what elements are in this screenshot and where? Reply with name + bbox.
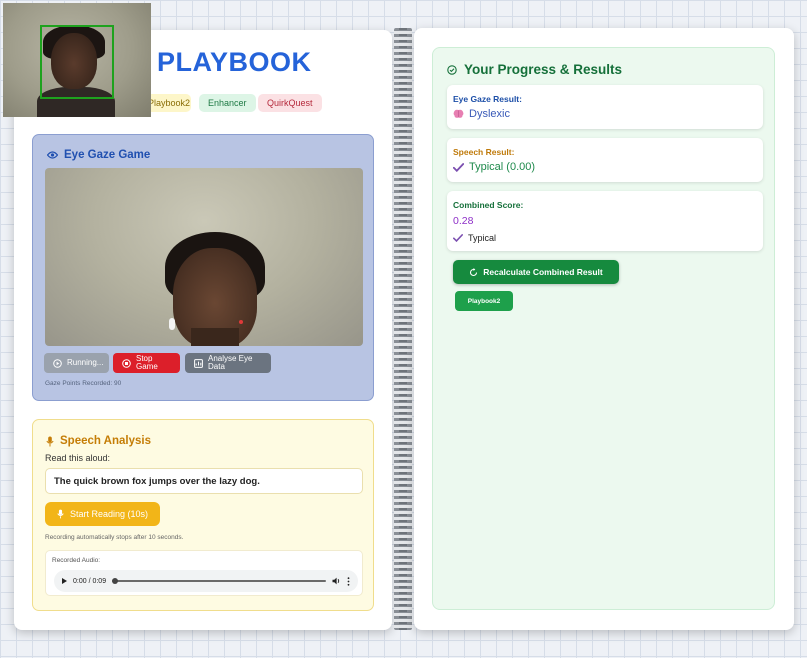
nav-pill-enhancer[interactable]: Enhancer — [199, 94, 256, 112]
refresh-icon — [469, 267, 478, 277]
audio-time: 0:00 / 0:09 — [73, 577, 107, 585]
eye-gaze-result-value: Dyslexic — [453, 108, 510, 120]
stop-circle-icon — [122, 358, 131, 368]
audio-player: 0:00 / 0:09 — [54, 570, 358, 592]
gaze-point-marker — [239, 320, 243, 324]
gaze-points-count: Gaze Points Recorded: 90 — [45, 380, 122, 387]
more-options-icon[interactable] — [347, 576, 350, 586]
eye-gaze-card: Eye Gaze Game Running... Stop Game Analy… — [32, 134, 374, 401]
speech-result-label: Speech Result: — [453, 147, 515, 157]
combined-score-card: Combined Score: 0.28 Typical — [447, 191, 763, 251]
eye-gaze-result-label: Eye Gaze Result: — [453, 94, 522, 104]
recalculate-button[interactable]: Recalculate Combined Result — [453, 260, 619, 284]
checkmark-icon — [453, 234, 463, 242]
camera-video — [45, 168, 363, 346]
video-person-neck — [191, 328, 239, 346]
playbook2-button[interactable]: Playbook2 — [455, 291, 513, 311]
stop-game-label: Stop Game — [136, 354, 158, 371]
microphone-icon — [46, 436, 54, 447]
stop-game-button[interactable]: Stop Game — [113, 353, 180, 373]
results-heading: Your Progress & Results — [447, 62, 622, 77]
speech-title: Speech Analysis — [60, 435, 151, 447]
read-instruction: Read this aloud: — [45, 453, 111, 463]
recorded-audio-card: Recorded Audio: 0:00 / 0:09 — [45, 550, 363, 596]
combined-classification-text: Typical — [468, 233, 497, 243]
volume-icon[interactable] — [332, 577, 341, 585]
combined-score-value: 0.28 — [453, 215, 474, 227]
combined-score-label: Combined Score: — [453, 200, 524, 210]
recalculate-label: Recalculate Combined Result — [483, 267, 603, 277]
webcam-preview — [3, 3, 151, 117]
running-label: Running... — [67, 358, 104, 367]
video-earbud — [169, 318, 175, 330]
chart-icon — [194, 358, 203, 368]
recorded-audio-label: Recorded Audio: — [52, 557, 101, 564]
analyse-eye-data-label: Analyse Eye Data — [208, 354, 253, 371]
page-title: PLAYBOOK — [157, 47, 312, 77]
eye-icon — [47, 151, 58, 159]
check-circle-icon — [447, 64, 457, 75]
results-panel: Your Progress & Results Eye Gaze Result:… — [432, 47, 775, 610]
speech-heading: Speech Analysis — [46, 435, 151, 447]
speech-analysis-card: Speech Analysis Read this aloud: The qui… — [32, 419, 374, 611]
speech-result-card: Speech Result: Typical (0.00) — [447, 138, 763, 182]
brain-icon — [453, 109, 464, 119]
speech-result-text: Typical (0.00) — [469, 161, 536, 173]
play-icon[interactable] — [62, 578, 67, 584]
nav-pill-quirkquest[interactable]: QuirkQuest — [258, 94, 322, 112]
speech-result-value: Typical (0.00) — [453, 161, 535, 173]
auto-stop-note: Recording automatically stops after 10 s… — [45, 534, 184, 541]
combined-classification: Typical — [453, 233, 496, 243]
face-detection-box — [40, 25, 114, 99]
microphone-icon — [57, 509, 64, 519]
reading-sentence: The quick brown fox jumps over the lazy … — [45, 468, 363, 494]
eye-gaze-result-text: Dyslexic — [469, 108, 510, 120]
running-button[interactable]: Running... — [44, 353, 109, 373]
eye-gaze-title: Eye Gaze Game — [64, 149, 151, 161]
results-title: Your Progress & Results — [464, 62, 623, 77]
audio-seek-bar[interactable] — [112, 578, 326, 584]
notebook-spine — [394, 28, 412, 630]
eye-gaze-result-card: Eye Gaze Result: Dyslexic — [447, 85, 763, 129]
eye-gaze-heading: Eye Gaze Game — [47, 149, 150, 161]
start-reading-button[interactable]: Start Reading (10s) — [45, 502, 160, 526]
start-reading-label: Start Reading (10s) — [69, 509, 149, 519]
analyse-eye-data-button[interactable]: Analyse Eye Data — [185, 353, 271, 373]
play-circle-icon — [53, 358, 62, 368]
checkmark-icon — [453, 162, 464, 172]
